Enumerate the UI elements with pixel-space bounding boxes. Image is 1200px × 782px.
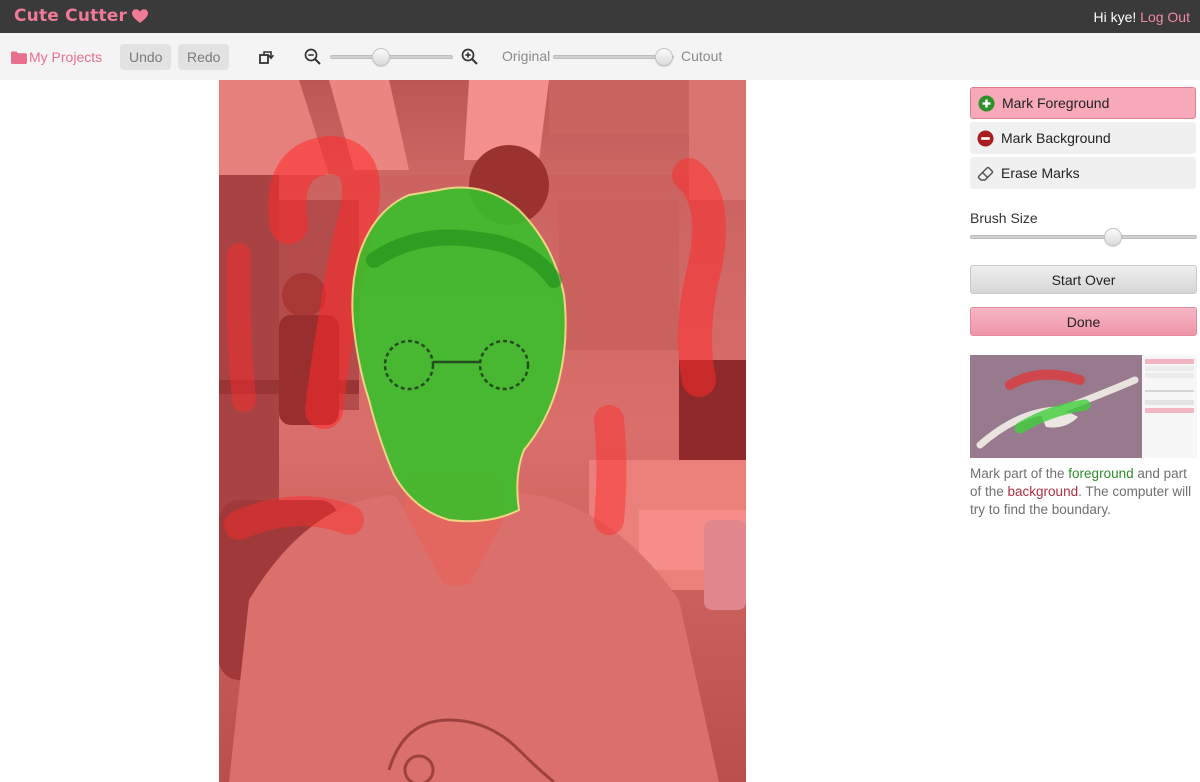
mark-background-button[interactable]: Mark Background: [970, 122, 1196, 154]
original-cutout-slider[interactable]: [553, 46, 674, 68]
undo-button[interactable]: Undo: [120, 44, 172, 70]
done-button[interactable]: Done: [970, 307, 1197, 336]
cutout-label: Cutout: [681, 48, 723, 64]
rotate-icon: [259, 51, 275, 64]
start-over-button[interactable]: Start Over: [970, 265, 1197, 294]
my-projects-label: My Projects: [29, 49, 103, 65]
plus-circle-icon: [978, 95, 995, 111]
mark-background-label: Mark Background: [1001, 130, 1111, 146]
tutorial-image: [970, 355, 1197, 458]
zoom-out-button[interactable]: [304, 48, 321, 70]
mark-foreground-button[interactable]: Mark Foreground: [970, 87, 1196, 119]
erase-marks-button[interactable]: Erase Marks: [970, 157, 1196, 189]
original-label: Original: [502, 48, 551, 64]
zoom-in-icon: [461, 48, 478, 65]
minus-circle-icon: [977, 130, 994, 146]
app-title: Cute Cutter: [14, 6, 128, 26]
rotate-button[interactable]: [258, 48, 276, 71]
redo-button[interactable]: Redo: [178, 44, 230, 70]
erase-marks-label: Erase Marks: [1001, 165, 1080, 181]
help-text: Mark part of the foreground and part of …: [970, 465, 1198, 519]
brush-slider-thumb[interactable]: [1103, 228, 1122, 246]
top-bar: Cute Cutter Hi kye! Log Out: [0, 0, 1200, 33]
heart-icon: [132, 8, 149, 23]
logout-link[interactable]: Log Out: [1140, 9, 1190, 25]
brush-slider-track: [970, 235, 1197, 239]
zoom-slider-thumb[interactable]: [372, 48, 390, 66]
mark-foreground-label: Mark Foreground: [1002, 95, 1110, 111]
background-word: background: [1007, 484, 1079, 499]
zoom-in-button[interactable]: [461, 48, 478, 70]
zoom-out-icon: [304, 48, 321, 65]
user-area: Hi kye! Log Out: [1093, 9, 1190, 25]
help-text-part1: Mark part of the: [970, 466, 1069, 481]
image-canvas[interactable]: [219, 80, 746, 782]
folder-icon: [11, 51, 27, 64]
zoom-slider-track: [330, 55, 453, 59]
app-logo[interactable]: Cute Cutter: [14, 6, 149, 26]
greeting: Hi kye!: [1093, 9, 1137, 25]
view-slider-thumb[interactable]: [654, 48, 673, 66]
eraser-icon: [977, 166, 994, 181]
zoom-slider[interactable]: [330, 46, 453, 68]
photo: [219, 80, 746, 782]
brush-size-slider[interactable]: [970, 226, 1197, 248]
brush-size-label: Brush Size: [970, 210, 1038, 226]
foreground-word: foreground: [1068, 466, 1134, 481]
my-projects-link[interactable]: My Projects: [11, 49, 102, 65]
tutorial-illustration: [970, 355, 1197, 458]
toolbar: My Projects Undo Redo Original Cutout: [0, 33, 1200, 80]
